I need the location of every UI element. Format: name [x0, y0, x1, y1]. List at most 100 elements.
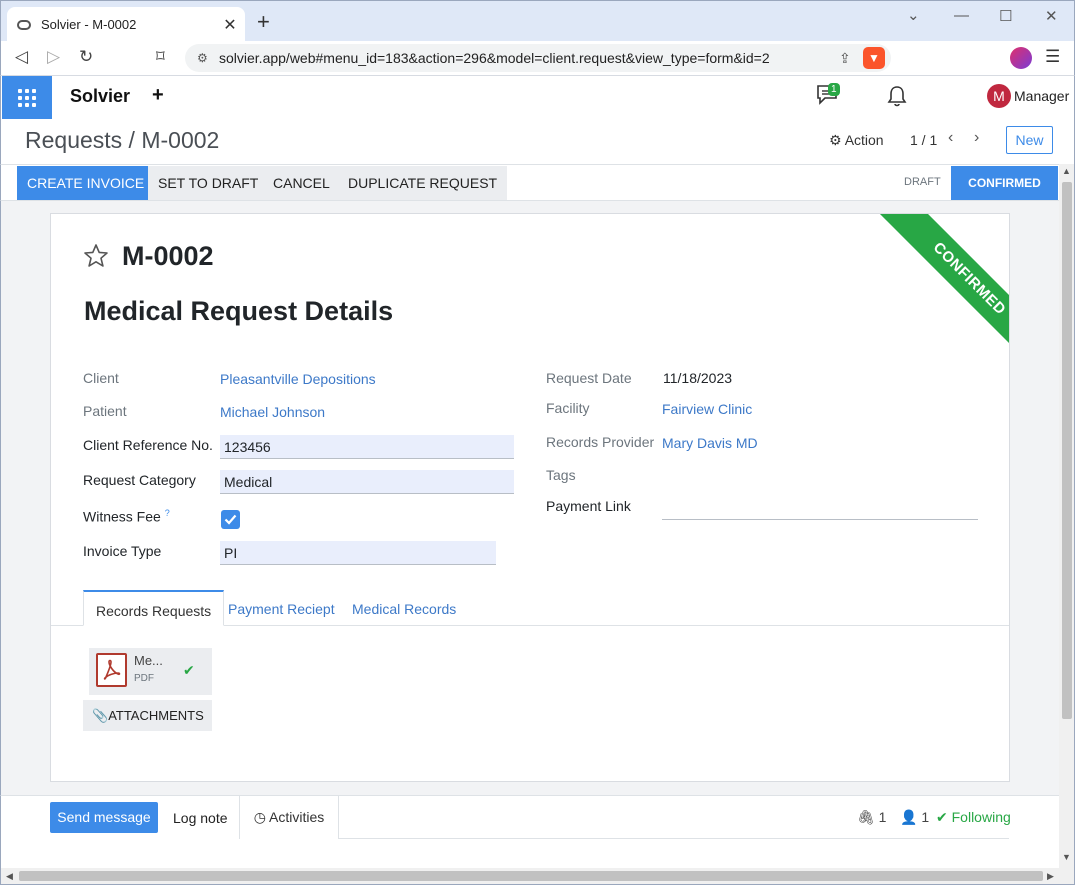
send-message-button[interactable]: Send message — [50, 802, 158, 833]
browser-profile-icon[interactable] — [1010, 47, 1032, 69]
user-avatar[interactable]: M — [987, 84, 1011, 108]
form-statusbar: CREATE INVOICE SET TO DRAFT CANCEL DUPLI… — [0, 164, 1059, 201]
scroll-right-icon[interactable]: ▶ — [1047, 871, 1054, 882]
duplicate-request-button[interactable]: DUPLICATE REQUEST — [338, 166, 508, 200]
check-icon: ✔ — [183, 662, 195, 678]
attachments-button[interactable]: 📎ATTACHMENTS — [83, 700, 212, 731]
scroll-up-icon[interactable]: ▲ — [1062, 166, 1071, 176]
app-navbar: Solvier + M Manager — [0, 76, 1075, 119]
pdf-file-icon — [96, 653, 127, 687]
request-date-label: Request Date — [546, 370, 632, 386]
payment-link-label: Payment Link — [546, 498, 631, 514]
attachments-label: ATTACHMENTS — [108, 708, 204, 723]
payment-link-input[interactable] — [662, 519, 978, 520]
witness-fee-checkbox[interactable] — [221, 510, 240, 529]
following-button[interactable]: ✔ Following — [936, 809, 1011, 826]
share-icon[interactable]: ⇪ — [839, 50, 863, 67]
browser-toolbar: ◁ ▷ ↻ ⌑ ⚙ solvier.app/web#menu_id=183&ac… — [0, 41, 1075, 76]
pager-previous-icon[interactable]: ‹ — [948, 129, 953, 147]
clock-icon: ◷ — [253, 809, 266, 825]
apps-grid-icon — [18, 88, 36, 107]
close-window-button[interactable]: ✕ — [1045, 7, 1058, 25]
create-invoice-button[interactable]: CREATE INVOICE — [17, 166, 155, 200]
patient-link[interactable]: Michael Johnson — [220, 404, 325, 420]
quick-create-button[interactable]: + — [152, 84, 164, 107]
scroll-left-icon[interactable]: ◀ — [6, 871, 13, 882]
tags-label: Tags — [546, 467, 576, 483]
breadcrumb[interactable]: Requests / M-0002 — [25, 127, 219, 154]
attachment-count: 1 — [878, 809, 887, 825]
attachment-name: Me... — [134, 653, 163, 668]
maximize-button[interactable]: ☐ — [999, 7, 1012, 25]
scroll-down-icon[interactable]: ▼ — [1062, 852, 1071, 862]
address-bar[interactable]: ⚙ solvier.app/web#menu_id=183&action=296… — [185, 44, 891, 72]
action-label: Action — [844, 132, 884, 148]
new-tab-button[interactable]: + — [257, 11, 270, 33]
minimize-button[interactable]: — — [954, 7, 969, 24]
tab-favicon-icon — [17, 19, 31, 30]
request-category-label: Request Category — [83, 472, 196, 488]
patient-label: Patient — [83, 403, 127, 419]
chatter-divider — [338, 838, 1009, 839]
log-note-button[interactable]: Log note — [173, 810, 228, 826]
horizontal-scrollbar[interactable]: ◀ ▶ — [0, 868, 1075, 885]
tab-search-chevron-icon[interactable]: ⌄ — [907, 6, 920, 24]
form-title: Medical Request Details — [84, 296, 394, 326]
client-link[interactable]: Pleasantville Depositions — [220, 371, 376, 387]
tab-payment-reciept[interactable]: Payment Reciept — [216, 590, 347, 626]
tab-close-icon[interactable]: ✕ — [215, 15, 245, 35]
invoice-type-label: Invoice Type — [83, 543, 162, 559]
activities-button[interactable]: ◷ Activities — [239, 796, 339, 839]
site-settings-icon[interactable]: ⚙ — [197, 51, 211, 65]
records-provider-link[interactable]: Mary Davis MD — [662, 435, 758, 451]
horizontal-scroll-thumb[interactable] — [19, 871, 1043, 881]
pager-value[interactable]: 1 / 1 — [910, 132, 937, 148]
facility-label: Facility — [546, 400, 590, 416]
browser-tab[interactable]: Solvier - M-0002 ✕ — [7, 7, 245, 42]
action-menu-button[interactable]: ⚙ Action — [829, 132, 884, 149]
client-label: Client — [83, 370, 119, 386]
user-menu[interactable]: Manager — [1014, 88, 1069, 104]
request-date-value[interactable]: 11/18/2023 — [663, 370, 732, 386]
brave-shield-icon[interactable]: ▼ — [863, 47, 885, 69]
following-label: Following — [951, 809, 1011, 825]
record-name[interactable]: M-0002 — [122, 241, 214, 272]
paperclip-icon: 📎 — [92, 708, 109, 723]
client-reference-field[interactable]: 123456 — [220, 435, 514, 459]
bookmark-icon[interactable]: ⌑ — [156, 47, 165, 67]
app-brand[interactable]: Solvier — [70, 86, 130, 107]
set-to-draft-button[interactable]: SET TO DRAFT — [148, 166, 269, 200]
vertical-scrollbar[interactable]: ▲ ▼ — [1059, 164, 1075, 868]
pager-next-icon[interactable]: › — [974, 129, 979, 147]
notification-bell-icon[interactable] — [887, 85, 907, 107]
attachment-card[interactable]: Me... PDF ✔ — [89, 648, 212, 695]
records-provider-label: Records Provider — [546, 434, 655, 450]
tab-title: Solvier - M-0002 — [41, 17, 137, 32]
attachment-count-button[interactable]: 🖇 1 — [857, 809, 886, 826]
paperclip-icon: 🖇 — [857, 809, 875, 825]
tab-records-requests[interactable]: Records Requests — [83, 590, 225, 626]
invoice-type-field[interactable]: PI — [220, 541, 496, 565]
reload-icon[interactable]: ↻ — [79, 47, 93, 67]
check-icon — [224, 514, 237, 525]
form-sheet: CONFIRMED M-0002 Medical Request Details… — [50, 213, 1010, 782]
url-text: solvier.app/web#menu_id=183&action=296&m… — [219, 50, 770, 66]
request-category-field[interactable]: Medical — [220, 470, 514, 494]
vertical-scroll-thumb[interactable] — [1062, 182, 1072, 719]
attachment-type: PDF — [134, 673, 154, 684]
tab-medical-records[interactable]: Medical Records — [340, 590, 468, 626]
back-icon[interactable]: ◁ — [15, 47, 28, 67]
help-tooltip-icon[interactable]: ? — [165, 508, 170, 518]
browser-titlebar: Solvier - M-0002 ✕ + ⌄ — ☐ ✕ — [0, 0, 1075, 42]
facility-link[interactable]: Fairview Clinic — [662, 401, 752, 417]
cancel-button[interactable]: CANCEL — [263, 166, 340, 200]
favorite-star-icon[interactable] — [83, 243, 109, 269]
new-record-button[interactable]: New — [1006, 126, 1053, 154]
stage-draft[interactable]: DRAFT — [904, 176, 941, 188]
followers-button[interactable]: 👤 1 — [900, 809, 929, 826]
forward-icon[interactable]: ▷ — [47, 47, 60, 67]
witness-fee-label-text: Witness Fee — [83, 508, 161, 525]
browser-menu-icon[interactable]: ☰ — [1045, 47, 1060, 67]
app-menu-button[interactable] — [2, 76, 52, 119]
stage-confirmed[interactable]: CONFIRMED — [951, 166, 1058, 200]
